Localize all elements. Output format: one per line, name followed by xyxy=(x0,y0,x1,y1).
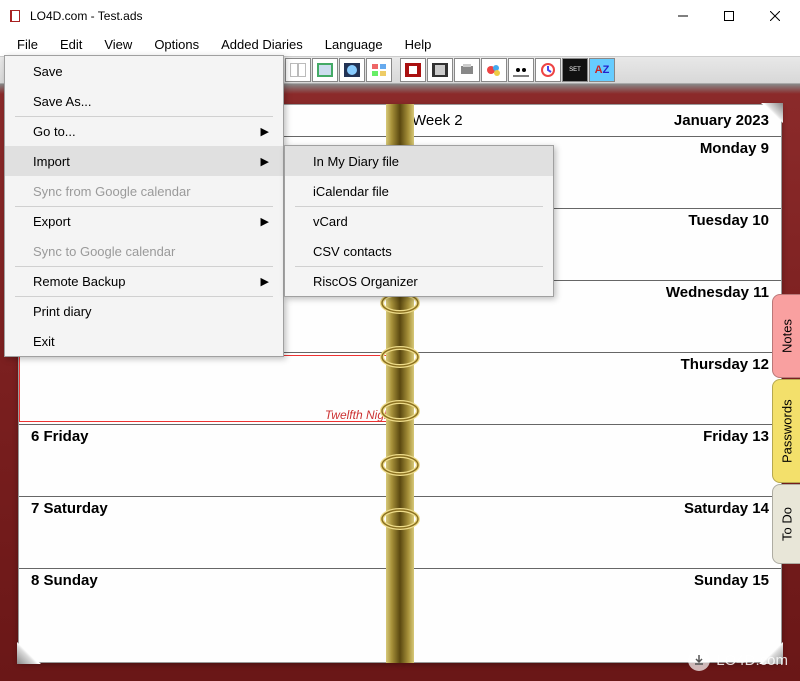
import-riscos[interactable]: RiscOS Organizer xyxy=(285,266,553,296)
toolbar-icon-az[interactable]: AZ xyxy=(589,58,615,82)
day-row-left-6[interactable]: 8 Sunday xyxy=(19,569,400,641)
titlebar: LO4D.com - Test.ads xyxy=(0,0,800,32)
close-button[interactable] xyxy=(752,1,798,31)
menu-added-diaries[interactable]: Added Diaries xyxy=(210,34,314,55)
toolbar-icon-11[interactable]: SET xyxy=(562,58,588,82)
toolbar-icon-6[interactable] xyxy=(427,58,453,82)
side-tabs: Notes Passwords To Do xyxy=(772,294,800,564)
import-submenu: In My Diary file iCalendar file vCard CS… xyxy=(284,145,554,297)
toolbar-icon-1[interactable] xyxy=(285,58,311,82)
ring-icon xyxy=(379,507,421,531)
toolbar-icon-10[interactable] xyxy=(535,58,561,82)
maximize-button[interactable] xyxy=(706,1,752,31)
tab-notes[interactable]: Notes xyxy=(772,294,800,378)
toolbar-icon-7[interactable] xyxy=(454,58,480,82)
menu-sync-from-google: Sync from Google calendar xyxy=(5,176,283,206)
menu-go-to[interactable]: Go to...▶ xyxy=(5,116,283,146)
download-icon xyxy=(688,649,710,671)
menu-export[interactable]: Export▶ xyxy=(5,206,283,236)
day-row-left-3[interactable]: Twelfth Night xyxy=(19,353,400,425)
toolbar-icon-9[interactable] xyxy=(508,58,534,82)
right-month-label: January 2023 xyxy=(674,112,769,129)
toolbar-icon-2[interactable] xyxy=(312,58,338,82)
menu-sync-to-google: Sync to Google calendar xyxy=(5,236,283,266)
toolbar-icon-3[interactable] xyxy=(339,58,365,82)
menu-options[interactable]: Options xyxy=(143,34,210,55)
menu-save[interactable]: Save xyxy=(5,56,283,86)
day-row-right-5[interactable]: Saturday 14 xyxy=(400,497,781,569)
menu-exit[interactable]: Exit xyxy=(5,326,283,356)
menu-print-diary[interactable]: Print diary xyxy=(5,296,283,326)
toolbar-icon-5[interactable] xyxy=(400,58,426,82)
toolbar-icon-8[interactable] xyxy=(481,58,507,82)
watermark-text: LO4D.com xyxy=(716,652,788,669)
window-title: LO4D.com - Test.ads xyxy=(30,9,660,23)
chevron-right-icon: ▶ xyxy=(261,215,269,228)
import-vcard[interactable]: vCard xyxy=(285,206,553,236)
chevron-right-icon: ▶ xyxy=(261,275,269,288)
menu-edit[interactable]: Edit xyxy=(49,34,93,55)
menu-language[interactable]: Language xyxy=(314,34,394,55)
day-row-right-6[interactable]: Sunday 15 xyxy=(400,569,781,641)
minimize-button[interactable] xyxy=(660,1,706,31)
menu-view[interactable]: View xyxy=(93,34,143,55)
import-csv-contacts[interactable]: CSV contacts xyxy=(285,236,553,266)
menu-remote-backup[interactable]: Remote Backup▶ xyxy=(5,266,283,296)
menu-file[interactable]: File xyxy=(6,34,49,55)
day-row-right-3[interactable]: Thursday 12 xyxy=(400,353,781,425)
watermark: LO4D.com xyxy=(688,649,788,671)
menubar: File Edit View Options Added Diaries Lan… xyxy=(0,32,800,56)
import-in-my-diary[interactable]: In My Diary file xyxy=(285,146,553,176)
file-menu-dropdown: Save Save As... Go to...▶ Import▶ Sync f… xyxy=(4,55,284,357)
day-row-left-4[interactable]: 6 Friday xyxy=(19,425,400,497)
toolbar-icon-4[interactable] xyxy=(366,58,392,82)
ring-icon xyxy=(379,453,421,477)
chevron-right-icon: ▶ xyxy=(261,125,269,138)
tab-todo[interactable]: To Do xyxy=(772,484,800,564)
menu-import[interactable]: Import▶ xyxy=(5,146,283,176)
right-week-label: Week 2 xyxy=(412,112,463,129)
tab-passwords[interactable]: Passwords xyxy=(772,379,800,483)
menu-save-as[interactable]: Save As... xyxy=(5,86,283,116)
day-row-left-5[interactable]: 7 Saturday xyxy=(19,497,400,569)
app-icon xyxy=(8,8,24,24)
day-row-right-4[interactable]: Friday 13 xyxy=(400,425,781,497)
chevron-right-icon: ▶ xyxy=(261,155,269,168)
ring-icon xyxy=(379,399,421,423)
import-icalendar[interactable]: iCalendar file xyxy=(285,176,553,206)
menu-help[interactable]: Help xyxy=(394,34,443,55)
ring-icon xyxy=(379,345,421,369)
